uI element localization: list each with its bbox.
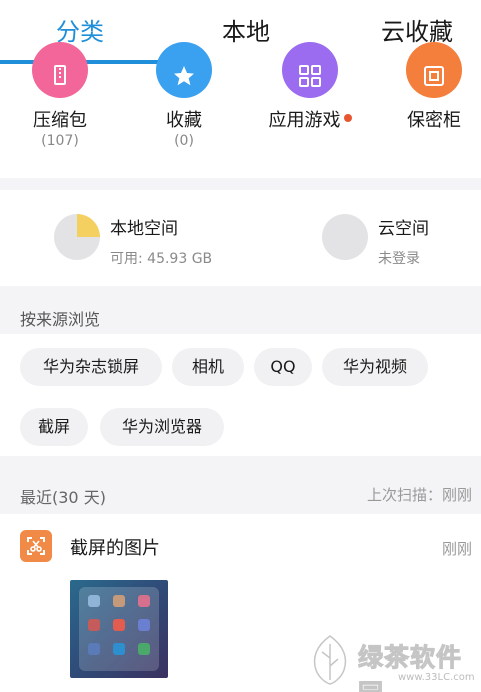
category-count: (0) xyxy=(174,133,194,149)
category-favorites[interactable]: 收藏 (0) xyxy=(124,42,244,178)
thumbnail-app-icon xyxy=(138,619,150,631)
leaf-logo-icon xyxy=(313,635,347,685)
category-safe[interactable]: 保密柜 xyxy=(374,42,481,178)
watermark-name: 绿茶软件园 xyxy=(358,643,463,692)
category-count: (107) xyxy=(41,133,79,149)
thumbnail-app-icon xyxy=(113,619,125,631)
thumbnail-app-icon xyxy=(138,643,150,655)
source-chip[interactable]: 相机 xyxy=(172,348,244,386)
thumbnail-app-icon xyxy=(138,595,150,607)
thumbnail-app-icon xyxy=(88,619,100,631)
category-label: 应用游戏 xyxy=(250,106,370,132)
new-badge-dot xyxy=(343,114,352,122)
star-icon xyxy=(156,42,212,98)
cloud-storage-pie[interactable] xyxy=(322,214,368,260)
cloud-storage-status: 未登录 xyxy=(378,251,420,267)
safe-icon xyxy=(406,42,462,98)
source-chip[interactable]: 截屏 xyxy=(20,408,88,446)
recent-header: 最近(30 天) 上次扫描：刚刚 xyxy=(0,470,481,514)
thumbnail-app-icon xyxy=(113,643,125,655)
apps-icon xyxy=(282,42,338,98)
source-chip[interactable]: 华为杂志锁屏 xyxy=(20,348,162,386)
source-chip[interactable]: QQ xyxy=(254,348,312,386)
thumbnail-app-icon xyxy=(88,643,100,655)
category-label-text: 应用游戏 xyxy=(268,110,341,131)
source-chip[interactable]: 华为视频 xyxy=(322,348,428,386)
local-storage-title[interactable]: 本地空间 xyxy=(110,214,178,239)
thumbnail-app-icon xyxy=(88,595,100,607)
local-storage-available: 可用: 45.93 GB xyxy=(110,251,213,267)
screenshot-icon xyxy=(20,530,52,562)
album-time: 刚刚 xyxy=(441,540,472,558)
category-label: 压缩包 xyxy=(33,110,87,131)
source-section-heading: 按来源浏览 xyxy=(20,310,101,329)
tab-local[interactable]: 本地 xyxy=(196,12,296,52)
watermark-url: www.33LC.com xyxy=(398,672,475,683)
cloud-storage-title[interactable]: 云空间 xyxy=(378,214,429,239)
storage-panel: 本地空间 可用: 45.93 GB 云空间 未登录 xyxy=(0,190,481,286)
category-label: 收藏 xyxy=(166,110,202,131)
album-name[interactable]: 截屏的图片 xyxy=(70,534,160,560)
source-chip-panel: 华为杂志锁屏 相机 QQ 华为视频 截屏 华为浏览器 xyxy=(0,334,481,456)
thumbnail-folder xyxy=(79,587,159,671)
tab-cloud-favorites[interactable]: 云收藏 xyxy=(362,12,472,52)
recent-range-label: 最近(30 天) xyxy=(20,488,106,507)
last-scan-label: 上次扫描：刚刚 xyxy=(366,486,472,504)
screenshot-thumbnail[interactable] xyxy=(70,580,168,678)
local-storage-pie[interactable] xyxy=(54,214,100,260)
category-label: 保密柜 xyxy=(407,110,461,131)
category-grid: 压缩包 (107) 收藏 (0) 应用游戏 保密柜 xyxy=(0,42,481,178)
site-watermark: 绿茶软件园 www.33LC.com xyxy=(306,634,481,692)
thumbnail-app-icon xyxy=(113,595,125,607)
source-chip[interactable]: 华为浏览器 xyxy=(100,408,224,446)
category-archives[interactable]: 压缩包 (107) xyxy=(0,42,120,178)
zip-icon xyxy=(32,42,88,98)
category-apps-games[interactable]: 应用游戏 xyxy=(250,42,370,178)
